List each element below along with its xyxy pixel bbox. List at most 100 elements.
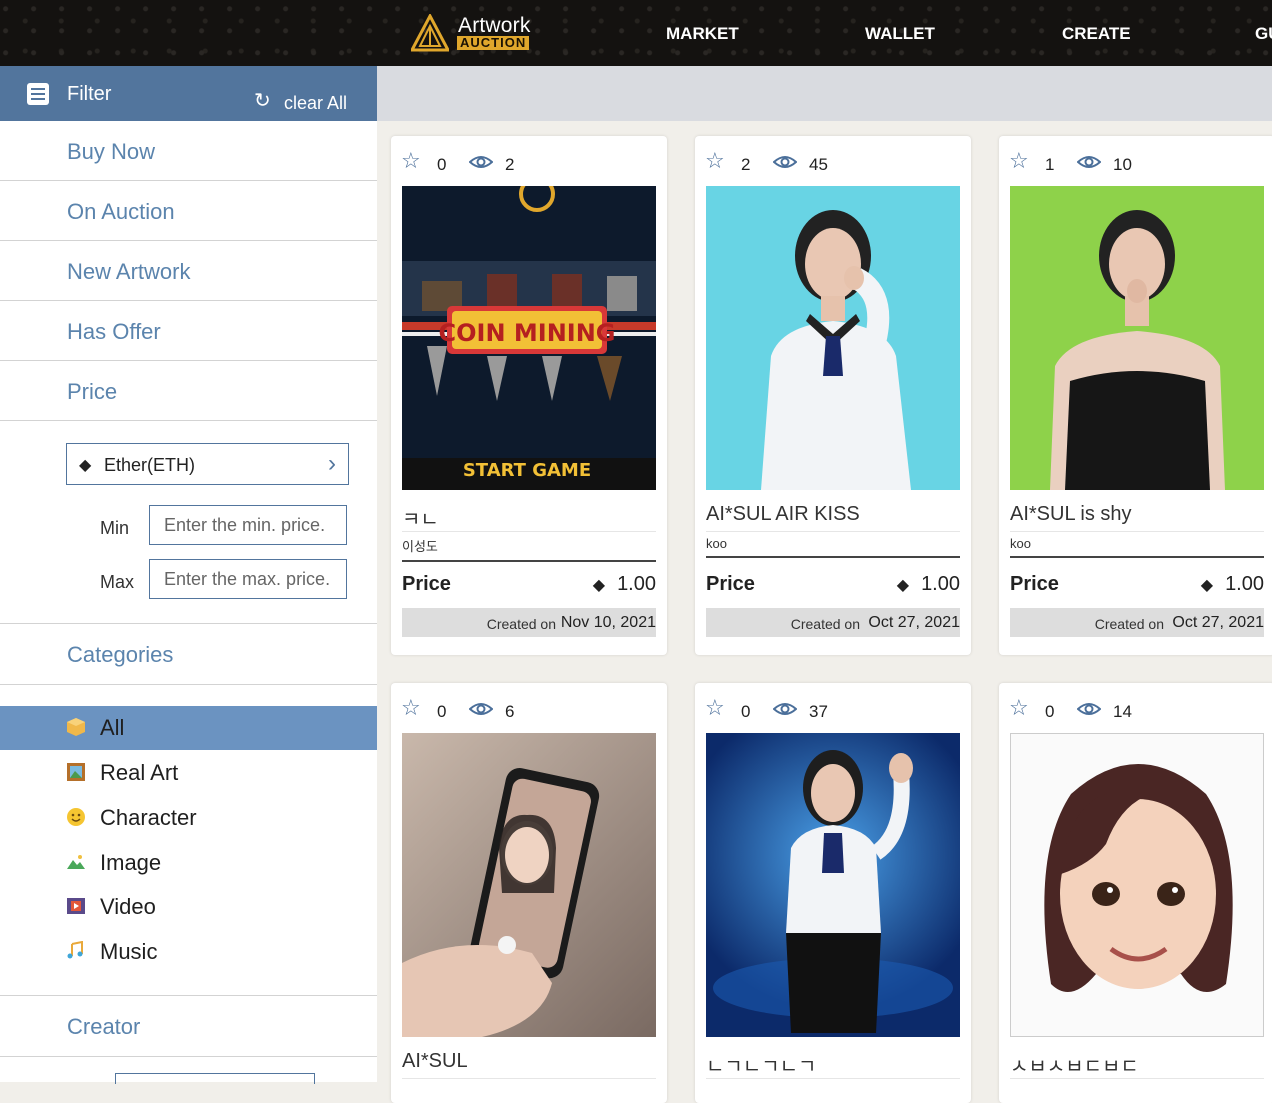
filter-price[interactable]: Price <box>0 361 377 421</box>
artwork-card[interactable]: ☆ 0 2 COIN MINING START GAME ㅋㄴ 이성도 Pric… <box>391 136 667 655</box>
created-date-bar: Created on Nov 10, 2021 <box>402 608 656 637</box>
artwork-creator[interactable]: koo <box>1010 536 1264 558</box>
filter-has-offer-label: Has Offer <box>67 319 161 344</box>
artwork-image-woman-blue[interactable] <box>706 186 960 490</box>
view-count: 10 <box>1113 155 1132 174</box>
creator-label: Creator <box>67 1014 141 1039</box>
nav-market[interactable]: MARKET <box>666 24 739 44</box>
star-icon[interactable]: ☆ <box>401 696 421 720</box>
artwork-image-woman-green[interactable] <box>1010 186 1264 490</box>
smiley-icon <box>67 808 85 826</box>
category-video[interactable]: Video <box>0 885 377 929</box>
artwork-title[interactable]: ㄴㄱㄴㄱㄴㄱ <box>706 1050 960 1079</box>
artwork-card[interactable]: ☆ 0 37 ㄴㄱㄴㄱㄴㄱ <box>695 683 971 1103</box>
min-label: Min <box>100 518 130 538</box>
created-date: Oct 27, 2021 <box>1172 614 1264 631</box>
category-music[interactable]: Music <box>0 930 377 974</box>
ethereum-icon: ◆ <box>1200 577 1214 594</box>
ethereum-icon: ◆ <box>79 457 92 474</box>
nav-guide[interactable]: GU <box>1255 24 1272 44</box>
filter-has-offer[interactable]: Has Offer <box>0 301 377 361</box>
nav-wallet[interactable]: WALLET <box>865 24 935 44</box>
eye-icon <box>1077 703 1101 715</box>
favorite-count: 2 <box>741 155 751 174</box>
filter-sliders-icon <box>27 83 49 105</box>
created-label: Created on <box>790 616 860 632</box>
category-character-label: Character <box>100 805 197 830</box>
favorite-count: 0 <box>741 702 751 721</box>
ethereum-icon: ◆ <box>896 577 910 594</box>
artwork-creator[interactable]: 이성도 <box>402 536 656 562</box>
picture-icon <box>67 763 85 781</box>
creator-search-field[interactable] <box>115 1073 315 1084</box>
artwork-grid: ☆ 0 2 COIN MINING START GAME ㅋㄴ 이성도 Pric… <box>377 66 1272 1103</box>
favorite-count: 1 <box>1045 155 1055 174</box>
clear-all-button[interactable]: clear All <box>284 93 347 114</box>
filter-creator[interactable]: Creator <box>0 995 377 1057</box>
star-icon[interactable]: ☆ <box>1009 149 1029 173</box>
refresh-icon[interactable]: ↻ <box>254 91 271 111</box>
category-character[interactable]: Character <box>0 796 377 840</box>
max-price-input[interactable] <box>149 559 347 599</box>
artwork-card[interactable]: ☆ 0 6 AI*SUL <box>391 683 667 1103</box>
artwork-image-phone-selfie[interactable] <box>402 733 656 1037</box>
category-all[interactable]: All <box>0 706 377 750</box>
price-label: Price <box>706 573 755 595</box>
artwork-title[interactable]: AI*SUL AIR KISS <box>706 503 960 532</box>
chevron-right-icon: › <box>328 450 336 477</box>
category-image-label: Image <box>100 850 162 875</box>
filter-on-auction[interactable]: On Auction <box>0 181 377 241</box>
created-label: Created on <box>1094 616 1164 632</box>
music-icon <box>67 941 83 959</box>
artwork-image-coin-mining[interactable]: COIN MINING START GAME <box>402 186 656 490</box>
filter-categories[interactable]: Categories <box>0 623 377 685</box>
created-date-bar: Created on Oct 27, 2021 <box>706 608 960 637</box>
category-real-art-label: Real Art <box>100 760 179 785</box>
filter-new-artwork[interactable]: New Artwork <box>0 241 377 301</box>
created-label: Created on <box>486 616 556 632</box>
artwork-title[interactable]: AI*SUL is shy <box>1010 503 1264 532</box>
eye-icon <box>773 156 797 168</box>
filter-label: Filter <box>67 83 112 105</box>
price-value: ◆ 1.00 <box>592 573 656 595</box>
artwork-image-woman-stage[interactable] <box>706 733 960 1037</box>
category-image[interactable]: Image <box>0 841 377 885</box>
artwork-card[interactable]: ☆ 1 10 AI*SUL is shy koo Price ◆ 1.00 Cre… <box>999 136 1272 655</box>
view-count: 2 <box>505 155 515 174</box>
logo-triangle-icon <box>411 14 449 52</box>
view-count: 14 <box>1113 702 1132 721</box>
created-date-bar: Created on Oct 27, 2021 <box>1010 608 1264 637</box>
view-count: 45 <box>809 155 828 174</box>
artwork-card[interactable]: ☆ 2 45 AI*SUL AIR KISS koo Price ◆ 1.00 C… <box>695 136 971 655</box>
star-icon[interactable]: ☆ <box>705 696 725 720</box>
min-price-input[interactable] <box>149 505 347 545</box>
artwork-auction-logo[interactable]: Artwork AUCTION <box>411 14 541 54</box>
artwork-title[interactable]: ㅋㄴ <box>402 503 656 532</box>
filter-header: Filter ↻ clear All <box>0 66 377 121</box>
star-icon[interactable]: ☆ <box>705 149 725 173</box>
created-date: Oct 27, 2021 <box>868 614 960 631</box>
view-count: 6 <box>505 702 515 721</box>
filter-sidebar: Filter ↻ clear All Buy Now On Auction Ne… <box>0 66 377 1084</box>
artwork-title[interactable]: ㅅㅂㅅㅂㄷㅂㄷ <box>1010 1050 1264 1079</box>
artwork-title[interactable]: AI*SUL <box>402 1050 656 1079</box>
star-icon[interactable]: ☆ <box>1009 696 1029 720</box>
category-real-art[interactable]: Real Art <box>0 751 377 795</box>
nav-create[interactable]: CREATE <box>1062 24 1131 44</box>
filter-on-auction-label: On Auction <box>67 199 175 224</box>
film-icon <box>67 898 85 914</box>
category-music-label: Music <box>100 939 158 964</box>
price-value: ◆ 1.00 <box>896 573 960 595</box>
ethereum-icon: ◆ <box>592 577 606 594</box>
star-icon[interactable]: ☆ <box>401 149 421 173</box>
artwork-image-avatar-girl[interactable] <box>1010 733 1264 1037</box>
filter-new-artwork-label: New Artwork <box>67 259 191 284</box>
artwork-card[interactable]: ☆ 0 14 ㅅㅂㅅㅂㄷㅂㄷ <box>999 683 1272 1103</box>
favorite-count: 0 <box>1045 702 1055 721</box>
eye-icon <box>773 703 797 715</box>
eye-icon <box>469 703 493 715</box>
currency-label: Ether(ETH) <box>104 455 196 475</box>
filter-buy-now[interactable]: Buy Now <box>0 121 377 181</box>
currency-select[interactable]: ◆ Ether(ETH) › <box>66 443 349 485</box>
artwork-creator[interactable]: koo <box>706 536 960 558</box>
